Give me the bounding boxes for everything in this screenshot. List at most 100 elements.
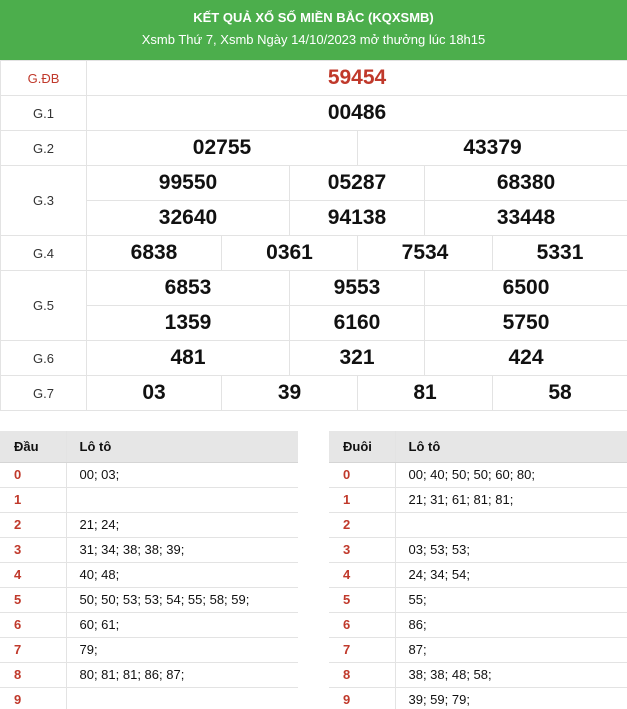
table-row: 5 55; [329,587,627,613]
row-values [395,512,627,538]
column-header-loto: Lô tô [395,431,627,463]
prize-number: 02755 [86,130,358,166]
row-key: 0 [0,462,67,488]
prize-label: G.ĐB [0,60,87,96]
prize-row-g1: G.1 00486 [0,95,627,131]
row-key: 5 [0,587,67,613]
table-row: 8 38; 38; 48; 58; [329,662,627,688]
prize-number: 5750 [423,305,627,341]
table-row: 1 [0,487,298,513]
loto-header-row: Đầu Lô tô [0,431,298,463]
prize-number: 321 [289,340,425,376]
table-row: 1 21; 31; 61; 81; 81; [329,487,627,513]
prize-label: G.5 [0,270,87,341]
row-values: 21; 31; 61; 81; 81; [395,487,627,513]
table-row: 3 03; 53; 53; [329,537,627,563]
prize-number: 1359 [86,305,290,341]
row-key: 0 [329,462,396,488]
prize-label: G.3 [0,165,87,236]
row-values [66,487,298,513]
row-values: 60; 61; [66,612,298,638]
prize-label: G.7 [0,375,87,411]
row-values: 21; 24; [66,512,298,538]
row-values [66,687,298,709]
column-header-dau: Đầu [0,431,67,463]
row-values: 03; 53; 53; [395,537,627,563]
table-row: 0 00; 40; 50; 50; 60; 80; [329,462,627,488]
prize-number: 05287 [289,165,425,201]
prize-number: 6838 [86,235,222,271]
row-values: 38; 38; 48; 58; [395,662,627,688]
loto-header-row: Đuôi Lô tô [329,431,627,463]
prize-number: 0361 [221,235,358,271]
table-row: 4 24; 34; 54; [329,562,627,588]
table-row: 8 80; 81; 81; 86; 87; [0,662,298,688]
results-header: KẾT QUẢ XỔ SỐ MIỀN BẮC (KQXSMB) Xsmb Thứ… [0,0,627,60]
row-key: 3 [329,537,396,563]
prize-number: 5331 [491,235,627,271]
row-key: 6 [329,612,396,638]
prize-row-g7: G.7 03 39 81 58 [0,375,627,411]
loto-tail-table: Đuôi Lô tô 0 00; 40; 50; 50; 60; 80; 1 21;… [329,431,627,709]
page-title: KẾT QUẢ XỔ SỐ MIỀN BẮC (KQXSMB) [193,10,434,25]
table-row: 3 31; 34; 38; 38; 39; [0,537,298,563]
table-row: 9 39; 59; 79; [329,687,627,709]
row-values: 39; 59; 79; [395,687,627,709]
table-row: 4 40; 48; [0,562,298,588]
prize-row-g3: G.3 99550 05287 68380 [0,165,627,236]
prize-number: 6160 [289,305,425,341]
row-key: 9 [329,687,396,709]
prize-row-g5b: 1359 6160 5750 [1,305,627,341]
table-row: 2 [329,512,627,538]
row-key: 1 [329,487,396,513]
row-key: 7 [0,637,67,663]
table-row: 7 79; [0,637,298,663]
prize-number: 6853 [86,270,290,306]
table-row: 7 87; [329,637,627,663]
prize-number: 39 [221,375,358,411]
row-values: 79; [66,637,298,663]
prize-row-g2: G.2 02755 43379 [0,130,627,166]
row-values: 50; 50; 53; 53; 54; 55; 58; 59; [66,587,298,613]
prize-label: G.4 [0,235,87,271]
prize-number: 32640 [86,200,290,236]
prize-number: 7534 [357,235,493,271]
prize-row-db: G.ĐB 59454 [0,60,627,96]
prize-number: 481 [86,340,290,376]
row-values: 55; [395,587,627,613]
row-key: 4 [329,562,396,588]
row-key: 2 [329,512,396,538]
prize-number: 6500 [423,270,627,306]
row-key: 1 [0,487,67,513]
row-values: 00; 03; [66,462,298,488]
loto-head-table: Đầu Lô tô 0 00; 03; 1 2 21; 24; 3 31; 34; 3… [0,431,298,709]
prize-number: 59454 [85,60,627,96]
row-key: 8 [329,662,396,688]
prize-number: 68380 [423,165,627,201]
row-key: 7 [329,637,396,663]
prize-row-g5: G.5 6853 9553 6500 [0,270,627,341]
prize-label: G.2 [0,130,87,166]
prize-row-g4: G.4 6838 0361 7534 5331 [0,235,627,271]
prize-row-g3b: 32640 94138 33448 [1,200,627,236]
row-values: 80; 81; 81; 86; 87; [66,662,298,688]
table-row: 5 50; 50; 53; 53; 54; 55; 58; 59; [0,587,298,613]
row-values: 87; [395,637,627,663]
prize-label: G.6 [0,340,87,376]
column-header-duoi: Đuôi [329,431,396,463]
prize-number: 58 [491,375,627,411]
column-header-loto: Lô tô [66,431,298,463]
prize-number: 81 [357,375,493,411]
prize-row-g6: G.6 481 321 424 [0,340,627,376]
results-table: G.ĐB 59454 G.1 00486 G.2 02755 43379 G.3… [0,60,627,411]
prize-number: 33448 [423,200,627,236]
row-key: 3 [0,537,67,563]
row-key: 2 [0,512,67,538]
row-key: 5 [329,587,396,613]
row-key: 4 [0,562,67,588]
row-values: 40; 48; [66,562,298,588]
table-row: 9 [0,687,298,709]
prize-number: 00486 [85,95,627,131]
row-values: 31; 34; 38; 38; 39; [66,537,298,563]
row-key: 6 [0,612,67,638]
